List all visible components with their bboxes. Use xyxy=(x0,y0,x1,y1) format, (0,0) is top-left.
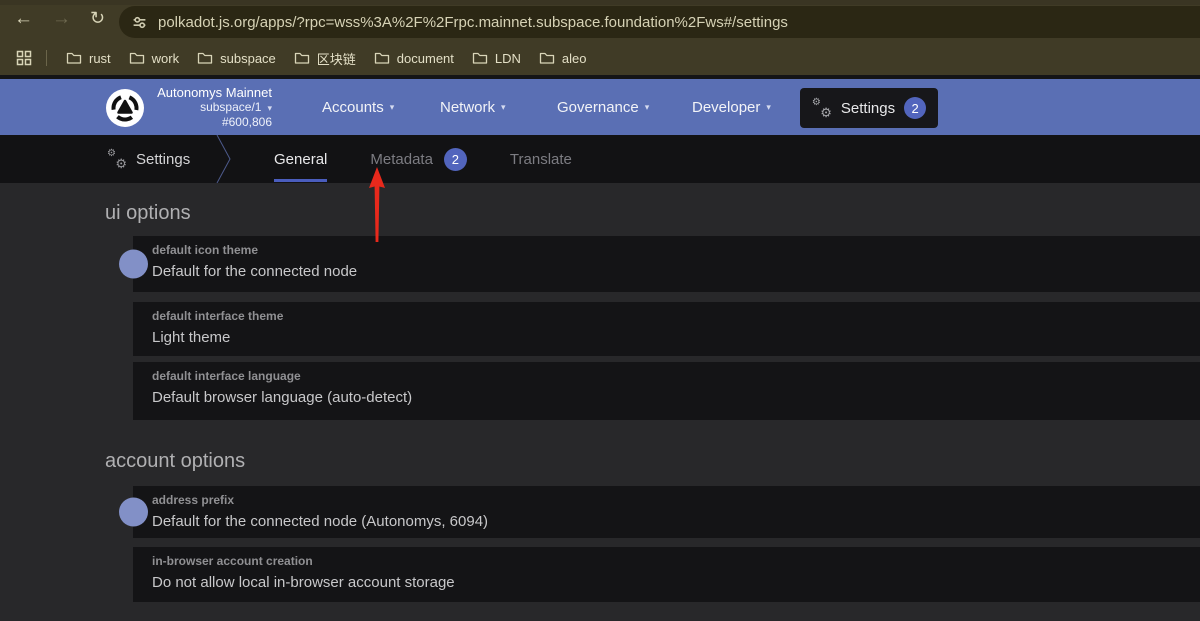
folder-icon xyxy=(374,51,390,65)
folder-icon xyxy=(472,51,488,65)
chain-name: Autonomys Mainnet xyxy=(140,86,272,99)
gear-icon: ⚙⚙ xyxy=(107,149,127,169)
folder-icon xyxy=(294,51,310,65)
bookmark-label: LDN xyxy=(495,51,521,66)
chevron-down-icon: ▾ xyxy=(267,103,272,113)
chevron-down-icon: ▾ xyxy=(501,102,506,113)
setting-row-address-prefix[interactable]: address prefix Default for the connected… xyxy=(133,486,1200,538)
setting-value[interactable]: Default browser language (auto-detect) xyxy=(152,389,1200,406)
setting-value[interactable]: Light theme xyxy=(152,329,1200,346)
back-button[interactable]: ← xyxy=(14,8,33,30)
section-heading-ui-options: ui options xyxy=(105,202,191,225)
gear-icon: ⚙⚙ xyxy=(812,98,832,118)
bookmark-label: subspace xyxy=(220,51,276,66)
chevron-down-icon: ▾ xyxy=(766,102,771,113)
browser-toolbar: ← → ↻ polkadot.js.org/apps/?rpc=wss%3A%2… xyxy=(0,5,1200,41)
bookmarks-separator xyxy=(46,50,47,66)
site-info-icon[interactable] xyxy=(132,15,147,30)
tab-translate[interactable]: Translate xyxy=(510,135,572,183)
chain-selector[interactable]: Autonomys Mainnet subspace/1▾ #600,806 xyxy=(140,86,272,129)
section-title-label: Settings xyxy=(136,151,190,168)
settings-label: Settings xyxy=(841,100,895,117)
setting-label: default interface theme xyxy=(152,309,1200,323)
url-text[interactable]: polkadot.js.org/apps/?rpc=wss%3A%2F%2Frp… xyxy=(158,14,788,31)
chevron-down-icon: ▾ xyxy=(390,102,395,113)
settings-badge: 2 xyxy=(904,97,926,119)
metadata-badge: 2 xyxy=(444,148,467,171)
nav-developer[interactable]: Developer▾ xyxy=(692,79,771,135)
setting-value[interactable]: Default for the connected node xyxy=(152,263,1200,280)
bookmark-folder-ldn[interactable]: LDN xyxy=(463,47,530,70)
settings-tabbar: ⚙⚙ Settings General Metadata 2 Translate xyxy=(0,135,1200,183)
section-title: ⚙⚙ Settings xyxy=(107,135,190,183)
bookmark-folder-aleo[interactable]: aleo xyxy=(530,47,596,70)
bookmark-label: 区块链 xyxy=(317,49,356,68)
setting-row-default-interface-theme[interactable]: default interface theme Light theme xyxy=(133,302,1200,356)
folder-icon xyxy=(539,51,555,65)
nav-accounts[interactable]: Accounts▾ xyxy=(322,79,394,135)
bookmark-folder-rust[interactable]: rust xyxy=(57,47,120,70)
tab-list: General Metadata 2 Translate xyxy=(274,135,572,183)
setting-row-default-interface-language[interactable]: default interface language Default brows… xyxy=(133,362,1200,420)
bookmark-folder-blockchain[interactable]: 区块链 xyxy=(285,45,365,72)
address-bar[interactable]: polkadot.js.org/apps/?rpc=wss%3A%2F%2Frp… xyxy=(119,6,1200,38)
setting-label: in-browser account creation xyxy=(152,554,1200,568)
bookmark-label: rust xyxy=(89,51,111,66)
bookmarks-bar: rust work subspace 区块链 document LDN aleo xyxy=(0,41,1200,75)
bookmark-folder-subspace[interactable]: subspace xyxy=(188,47,285,70)
address-prefix-dot xyxy=(119,498,148,527)
bookmark-label: work xyxy=(152,51,179,66)
bookmark-label: document xyxy=(397,51,454,66)
setting-label: address prefix xyxy=(152,493,1200,507)
bookmark-folder-work[interactable]: work xyxy=(120,47,188,70)
best-block-number: #600,806 xyxy=(140,116,272,129)
setting-row-default-icon-theme[interactable]: default icon theme Default for the conne… xyxy=(133,236,1200,292)
setting-label: default interface language xyxy=(152,369,1200,383)
icon-theme-dot xyxy=(119,250,148,279)
section-heading-account-options: account options xyxy=(105,450,245,473)
folder-icon xyxy=(66,51,82,65)
folder-icon xyxy=(129,51,145,65)
autonomys-logo[interactable] xyxy=(106,89,144,127)
nav-network[interactable]: Network▾ xyxy=(440,79,506,135)
runtime-version[interactable]: subspace/1▾ xyxy=(140,101,272,115)
app-header: Autonomys Mainnet subspace/1▾ #600,806 A… xyxy=(0,79,1200,135)
apps-grid-icon[interactable] xyxy=(16,50,32,66)
reload-button[interactable]: ↻ xyxy=(90,8,105,29)
forward-button: → xyxy=(52,8,71,30)
setting-value[interactable]: Do not allow local in-browser account st… xyxy=(152,574,1200,591)
setting-label: default icon theme xyxy=(152,243,1200,257)
chevron-down-icon: ▾ xyxy=(645,102,650,113)
folder-icon xyxy=(197,51,213,65)
setting-value[interactable]: Default for the connected node (Autonomy… xyxy=(152,513,1200,530)
setting-row-in-browser-account-creation[interactable]: in-browser account creation Do not allow… xyxy=(133,547,1200,602)
nav-settings-active[interactable]: ⚙⚙ Settings 2 xyxy=(800,88,938,128)
bookmark-folder-document[interactable]: document xyxy=(365,47,463,70)
nav-governance[interactable]: Governance▾ xyxy=(557,79,649,135)
tab-general[interactable]: General xyxy=(274,135,327,183)
tab-metadata[interactable]: Metadata 2 xyxy=(370,135,467,183)
bookmark-label: aleo xyxy=(562,51,587,66)
section-divider-chevron xyxy=(216,135,234,183)
